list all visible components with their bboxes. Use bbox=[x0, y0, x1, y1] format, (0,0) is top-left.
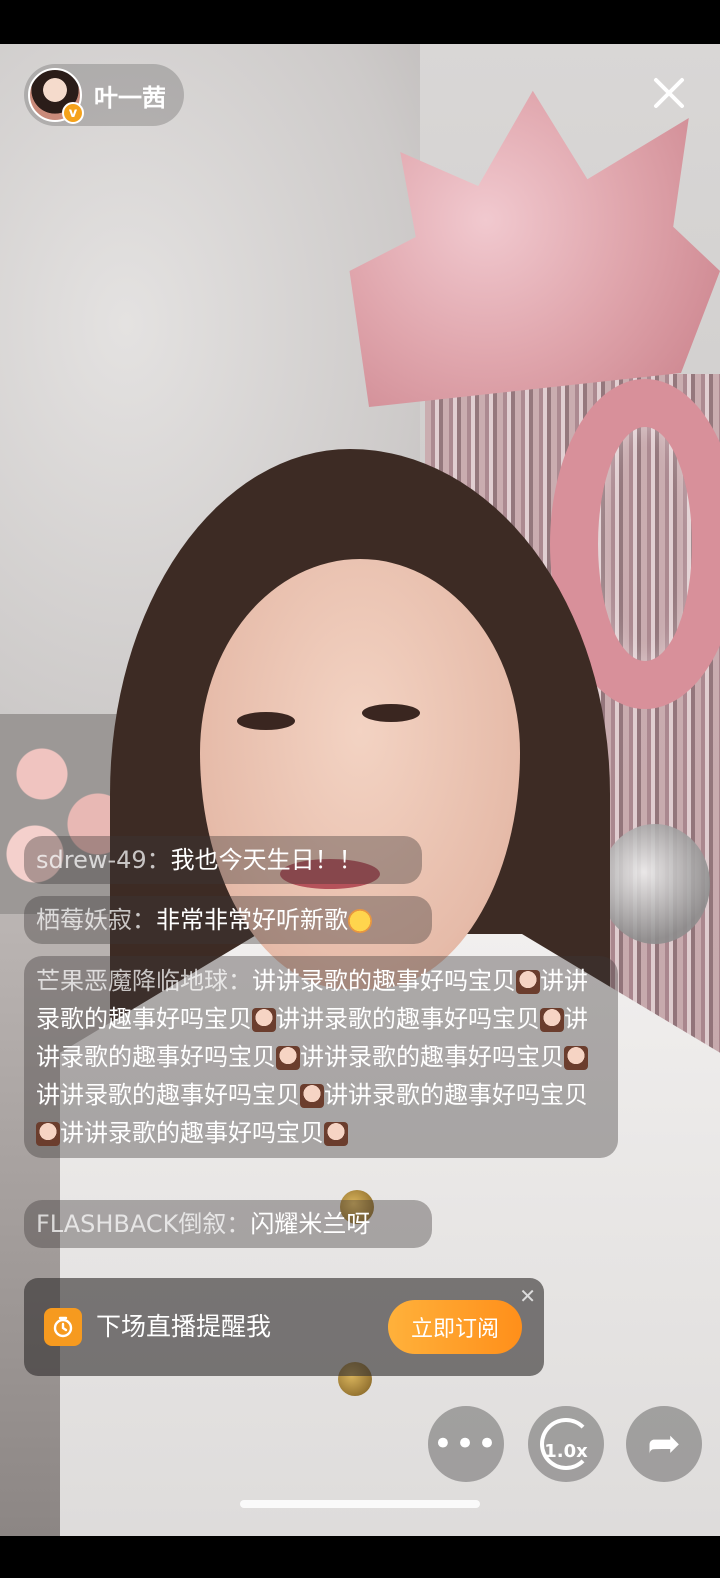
comment-text: 非常非常好听新歌 bbox=[156, 906, 348, 934]
comment-segment: 讲讲录歌的趣事好吗宝贝 bbox=[276, 1005, 540, 1033]
subscribe-button[interactable]: 立即订阅 bbox=[388, 1300, 522, 1354]
comment-text: 闪耀米兰呀 bbox=[250, 1210, 371, 1238]
timer-icon bbox=[44, 1308, 82, 1346]
verified-badge-icon: v bbox=[62, 102, 84, 124]
host-avatar-emoji-icon bbox=[540, 1008, 564, 1032]
more-dots-icon: ••• bbox=[432, 1424, 500, 1464]
live-reminder-card: ✕ 下场直播提醒我 立即订阅 bbox=[24, 1278, 544, 1376]
share-button[interactable]: ➦ bbox=[626, 1406, 702, 1482]
comment-username[interactable]: sdrew-49： bbox=[36, 846, 171, 874]
speed-arc-icon bbox=[540, 1418, 592, 1470]
close-icon bbox=[654, 78, 684, 108]
silver-balloon bbox=[600, 824, 710, 944]
host-avatar-emoji-icon bbox=[36, 1122, 60, 1146]
comment-username[interactable]: 栖莓妖寂： bbox=[36, 906, 156, 934]
host-avatar-emoji-icon bbox=[516, 970, 540, 994]
host-avatar-emoji-icon bbox=[564, 1046, 588, 1070]
live-stream-screen: v 叶一茜 sdrew-49：我也今天生日！！ 栖莓妖寂：非常非常好听新歌 芒果… bbox=[0, 0, 720, 1578]
share-arrow-icon: ➦ bbox=[647, 1421, 681, 1467]
comment-segment: 讲讲录歌的趣事好吗宝贝 bbox=[324, 1081, 588, 1109]
comment-segment: 讲讲录歌的趣事好吗宝贝 bbox=[252, 967, 516, 995]
more-options-button[interactable]: ••• bbox=[428, 1406, 504, 1482]
reminder-text: 下场直播提醒我 bbox=[96, 1312, 272, 1341]
streamer-eye bbox=[237, 712, 295, 730]
host-info[interactable]: v 叶一茜 bbox=[24, 64, 184, 126]
host-avatar[interactable]: v bbox=[28, 68, 84, 124]
chat-comment: sdrew-49：我也今天生日！！ bbox=[24, 836, 422, 884]
close-button[interactable] bbox=[646, 70, 692, 116]
host-name: 叶一茜 bbox=[94, 83, 166, 112]
host-avatar-emoji-icon bbox=[276, 1046, 300, 1070]
comment-segment: 讲讲录歌的趣事好吗宝贝 bbox=[60, 1119, 324, 1147]
comment-username[interactable]: FLASHBACK倒叙： bbox=[36, 1210, 250, 1238]
host-avatar-emoji-icon bbox=[324, 1122, 348, 1146]
host-avatar-emoji-icon bbox=[300, 1084, 324, 1108]
streamer-eye bbox=[362, 704, 420, 722]
smiling-face-with-hearts-icon bbox=[348, 909, 372, 933]
chat-comment: 芒果恶魔降临地球：讲讲录歌的趣事好吗宝贝 讲讲录歌的趣事好吗宝贝 讲讲录歌的趣事好吗… bbox=[24, 956, 618, 1158]
comment-username[interactable]: 芒果恶魔降临地球： bbox=[36, 967, 252, 995]
dismiss-reminder-close-icon[interactable]: ✕ bbox=[519, 1284, 536, 1308]
chat-comment: 栖莓妖寂：非常非常好听新歌 bbox=[24, 896, 432, 944]
home-indicator[interactable] bbox=[240, 1500, 480, 1508]
comment-segment: 讲讲录歌的趣事好吗宝贝 bbox=[36, 1081, 300, 1109]
host-avatar-emoji-icon bbox=[252, 1008, 276, 1032]
comment-segment: 讲讲录歌的趣事好吗宝贝 bbox=[300, 1043, 564, 1071]
chat-comment: FLASHBACK倒叙：闪耀米兰呀 bbox=[24, 1200, 432, 1248]
playback-speed-button[interactable]: 1.0x bbox=[528, 1406, 604, 1482]
comment-text: 我也今天生日！！ bbox=[170, 846, 363, 874]
